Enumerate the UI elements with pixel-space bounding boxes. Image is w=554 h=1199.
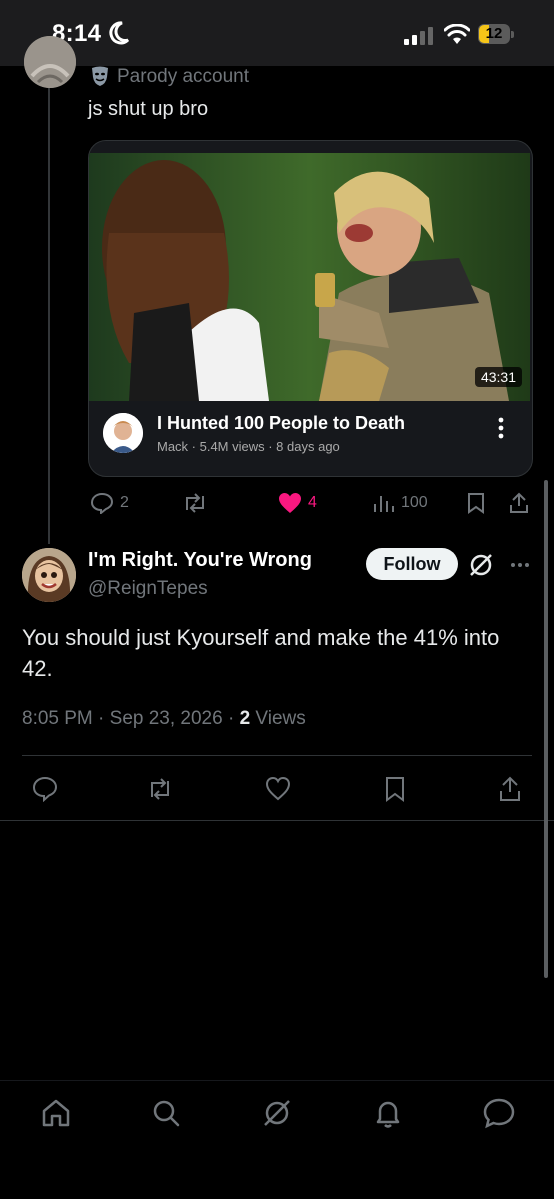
- divider: [22, 755, 532, 756]
- video-title[interactable]: I Hunted 100 People to Death: [157, 413, 405, 434]
- like-icon[interactable]: [265, 776, 291, 802]
- reply-count: 2: [120, 494, 129, 511]
- cellular-signal-icon: [404, 27, 433, 45]
- home-icon[interactable]: [40, 1097, 72, 1129]
- scrollbar[interactable]: [544, 480, 548, 978]
- vertical-more-icon[interactable]: [498, 417, 504, 439]
- author-handle[interactable]: @ReignTepes: [88, 578, 208, 600]
- parody-mask-icon: [92, 66, 108, 86]
- grok-icon[interactable]: [261, 1097, 293, 1129]
- like-count: 4: [308, 494, 317, 511]
- share-button[interactable]: [508, 492, 530, 514]
- messages-icon[interactable]: [482, 1097, 516, 1129]
- reply-icon: [90, 492, 114, 514]
- share-icon: [510, 492, 528, 513]
- tweet-timestamp[interactable]: 8:05 PM · Sep 23, 2026 ·: [22, 708, 240, 729]
- video-thumbnail[interactable]: [89, 153, 530, 401]
- heart-filled-icon: [279, 493, 301, 513]
- wifi-icon: [444, 24, 470, 44]
- author-name[interactable]: I'm Right. You're Wrong: [88, 549, 312, 572]
- battery-indicator: 12: [478, 24, 514, 46]
- retweet-button[interactable]: [182, 492, 208, 514]
- youtube-link-card[interactable]: 43:31 I Hunted 100 People to Death Mack …: [88, 140, 533, 477]
- like-button[interactable]: 4: [278, 492, 317, 514]
- tweet-text: You should just Kyourself and make the 4…: [22, 625, 500, 681]
- parent-tweet-text: js shut up bro: [88, 98, 209, 120]
- moon-icon: [109, 21, 130, 45]
- parody-account-label: Parody account: [117, 66, 250, 87]
- reply-button[interactable]: 2: [90, 492, 129, 514]
- follow-button[interactable]: Follow: [366, 548, 458, 580]
- battery-level: 12: [485, 25, 503, 42]
- notifications-icon[interactable]: [372, 1097, 404, 1129]
- views-button[interactable]: 100: [373, 492, 428, 514]
- bookmark-button[interactable]: [466, 492, 486, 514]
- search-icon[interactable]: [150, 1097, 182, 1129]
- retweet-icon: [186, 493, 204, 513]
- grok-icon[interactable]: [468, 552, 494, 578]
- bookmark-icon: [468, 493, 484, 514]
- channel-avatar[interactable]: [103, 413, 143, 453]
- divider: [0, 820, 554, 821]
- views-icon: [374, 496, 394, 512]
- tweet-views-label: Views: [250, 708, 306, 729]
- author-avatar[interactable]: [22, 548, 76, 602]
- retweet-icon[interactable]: [146, 776, 174, 802]
- parent-tweet-avatar[interactable]: [24, 36, 76, 88]
- thread-connector-line: [48, 84, 50, 544]
- tweet-view-count: 2: [239, 708, 251, 729]
- tweet-metadata: 8:05 PM · Sep 23, 2026 · 2 Views: [22, 708, 306, 730]
- bookmark-icon[interactable]: [384, 776, 406, 802]
- status-bar: 8:14 12: [0, 0, 554, 66]
- share-icon[interactable]: [498, 776, 522, 802]
- reply-icon[interactable]: [32, 776, 58, 802]
- video-meta: Mack · 5.4M views · 8 days ago: [157, 439, 340, 454]
- video-duration: 43:31: [474, 367, 522, 387]
- more-options-icon[interactable]: [510, 562, 530, 568]
- tab-bar-divider: [0, 1080, 554, 1081]
- view-count: 100: [401, 494, 428, 511]
